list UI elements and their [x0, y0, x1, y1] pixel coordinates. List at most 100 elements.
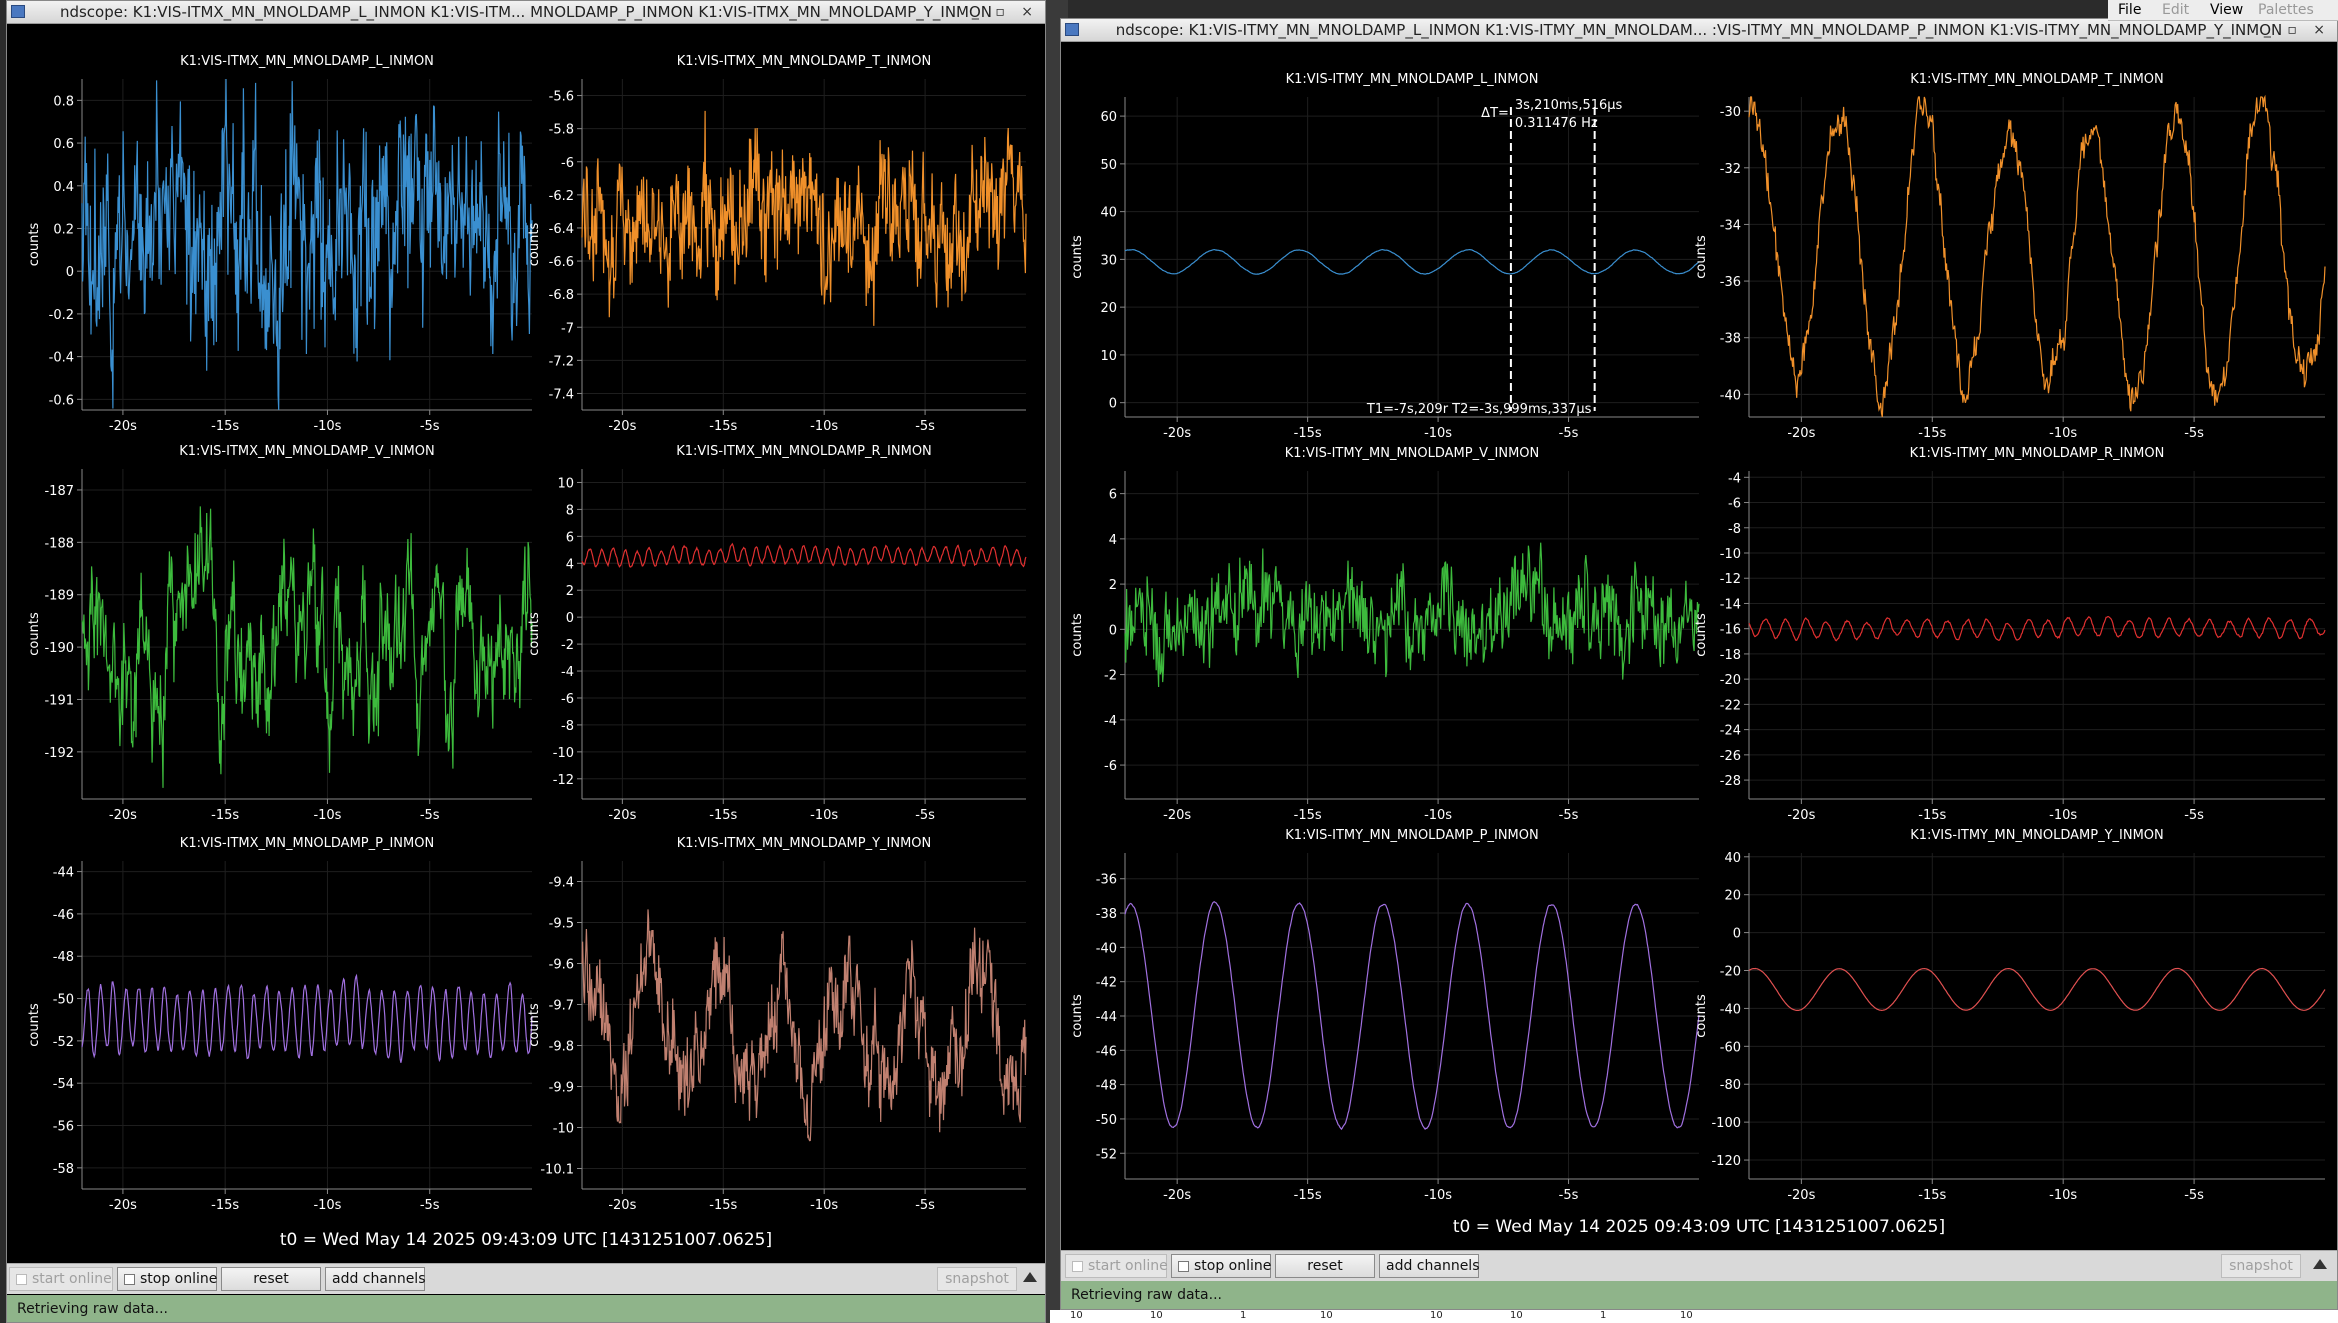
y-tick-label: -22 [1720, 698, 1741, 713]
plot-panel: K1:VIS-ITMX_MN_MNOLDAMP_R_INMON -12 -10 -8 -… [527, 444, 1027, 823]
y-tick-label: -40 [1720, 388, 1741, 403]
ndscope-window-itmx[interactable]: ndscope: K1:VIS-ITMX_MN_MNOLDAMP_L_INMON… [6, 0, 1046, 1323]
y-tick-label: -6 [1728, 497, 1741, 512]
plot-panel: K1:VIS-ITMX_MN_MNOLDAMP_L_INMON -0.6 -0.4 -… [27, 54, 533, 434]
y-tick-label: -9.5 [549, 917, 574, 932]
y-tick-label: -52 [53, 1035, 74, 1050]
y-axis-label: counts [27, 1003, 42, 1047]
cursor-frequency: 0.311476 Hz [1515, 116, 1598, 131]
x-tick-label: -5s [1559, 426, 1579, 441]
plot-panel: K1:VIS-ITMY_MN_MNOLDAMP_R_INMON -28 -26 -24… [1694, 446, 2326, 823]
y-tick-label: -9.7 [549, 999, 574, 1014]
menu-file[interactable]: File [2118, 0, 2141, 20]
menu-view[interactable]: View [2210, 0, 2243, 20]
x-tick-label: -15s [1294, 1188, 1322, 1203]
y-axis-label: counts [1694, 994, 1709, 1038]
start-online-button[interactable]: start online [9, 1267, 113, 1291]
y-tick-label: -0.2 [49, 308, 74, 323]
y-tick-label: -58 [53, 1162, 74, 1177]
y-tick-label: 6 [1109, 488, 1117, 503]
y-tick-label: -5.6 [549, 90, 574, 105]
plot-title: K1:VIS-ITMX_MN_MNOLDAMP_P_INMON [180, 836, 434, 851]
y-tick-label: -10.1 [540, 1163, 574, 1178]
y-tick-label: -44 [53, 866, 74, 881]
series-line [81, 78, 533, 411]
x-tick-label: -20s [109, 1198, 137, 1213]
y-tick-label: 40 [1724, 851, 1741, 866]
stop-online-button[interactable]: stop online [1171, 1254, 1271, 1278]
add-channels-button[interactable]: add channels [325, 1267, 426, 1291]
x-tick-label: -15s [1294, 808, 1322, 823]
y-tick-label: -36 [1720, 275, 1741, 290]
y-tick-label: -9.8 [549, 1040, 574, 1055]
y-tick-label: -4 [561, 665, 574, 680]
x-tick-label: -15s [211, 1198, 239, 1213]
y-tick-label: 50 [1100, 158, 1117, 173]
y-axis-label: counts [1070, 613, 1085, 657]
cursor-dt-label: ΔT= [1481, 106, 1509, 121]
control-toolbar: start online stop online reset add chann… [1061, 1250, 2337, 1281]
stop-online-button[interactable]: stop online [117, 1267, 217, 1291]
x-tick-label: -15s [1294, 426, 1322, 441]
y-tick-label: -189 [44, 589, 74, 604]
y-tick-label: -187 [44, 484, 74, 499]
x-tick-label: -10s [2049, 808, 2077, 823]
y-tick-label: -2 [1104, 669, 1117, 684]
reset-button[interactable]: reset [1275, 1254, 1375, 1278]
plot-grid-itmx[interactable]: K1:VIS-ITMX_MN_MNOLDAMP_L_INMON -0.6 -0.4 -… [7, 1, 1046, 1241]
plot-grid-itmy[interactable]: K1:VIS-ITMY_MN_MNOLDAMP_L_INMON010203040… [1061, 19, 2338, 1239]
y-tick-label: -16 [1720, 623, 1741, 638]
x-tick-label: -15s [1918, 426, 1946, 441]
y-tick-label: 40 [1100, 206, 1117, 221]
ndscope-window-itmy[interactable]: ndscope: K1:VIS-ITMY_MN_MNOLDAMP_L_INMON… [1060, 18, 2338, 1310]
x-tick-label: -20s [1787, 426, 1815, 441]
x-tick-label: -15s [211, 808, 239, 823]
menu-palettes[interactable]: Palettes [2258, 0, 2314, 20]
x-tick-label: -10s [1424, 1188, 1452, 1203]
snapshot-button[interactable]: snapshot [937, 1267, 1017, 1291]
x-tick-label: -10s [1424, 808, 1452, 823]
series-line [1124, 542, 1700, 688]
y-tick-label: 10 [1100, 349, 1117, 364]
y-tick-label: -26 [1720, 749, 1741, 764]
snapshot-button[interactable]: snapshot [2221, 1254, 2301, 1278]
series-line [581, 909, 1027, 1142]
start-online-button[interactable]: start online [1065, 1254, 1168, 1278]
y-axis-label: counts [1694, 613, 1709, 657]
y-tick-label: -7.4 [549, 387, 574, 402]
x-tick-label: -5s [2184, 1188, 2204, 1203]
plot-panel: K1:VIS-ITMY_MN_MNOLDAMP_L_INMON 0 10 20 30 40… [1070, 72, 1700, 441]
x-tick-label: -20s [109, 419, 137, 434]
checkbox-icon [124, 1273, 135, 1285]
y-axis-label: counts [1070, 235, 1085, 279]
y-tick-label: -190 [44, 641, 74, 656]
x-tick-label: -5s [420, 1198, 440, 1213]
x-tick-label: -20s [608, 419, 636, 434]
background-menubar: File Edit View Palettes [2108, 0, 2338, 21]
y-tick-label: 4 [566, 557, 574, 572]
plot-title: K1:VIS-ITMY_MN_MNOLDAMP_V_INMON [1285, 446, 1540, 461]
y-tick-label: 30 [1100, 253, 1117, 268]
x-tick-label: -15s [1918, 808, 1946, 823]
checkbox-icon [16, 1273, 27, 1285]
y-tick-label: -0.6 [49, 393, 74, 408]
series-line [81, 973, 533, 1063]
y-tick-label: -2 [561, 638, 574, 653]
y-tick-label: -14 [1720, 597, 1741, 612]
add-channels-button[interactable]: add channels [1379, 1254, 1480, 1278]
x-tick-label: -20s [109, 808, 137, 823]
y-tick-label: 2 [566, 584, 574, 599]
y-tick-label: -8 [561, 719, 574, 734]
y-tick-label: -192 [44, 746, 74, 761]
x-tick-label: -15s [1918, 1188, 1946, 1203]
reset-button[interactable]: reset [221, 1267, 321, 1291]
cursor-dt-value: 3s,210ms,516µs [1515, 98, 1623, 113]
expand-arrow-icon[interactable] [1023, 1272, 1037, 1282]
x-tick-label: -10s [810, 1198, 838, 1213]
y-tick-label: -7 [561, 321, 574, 336]
y-tick-label: -20 [1720, 673, 1741, 688]
expand-arrow-icon[interactable] [2313, 1259, 2327, 1269]
menu-edit[interactable]: Edit [2162, 0, 2189, 20]
cursor-t1-t2: T1=-7s,209r T2=-3s,999ms,337µs [1366, 402, 1592, 417]
bg-tick: 10 [1430, 1310, 1443, 1321]
